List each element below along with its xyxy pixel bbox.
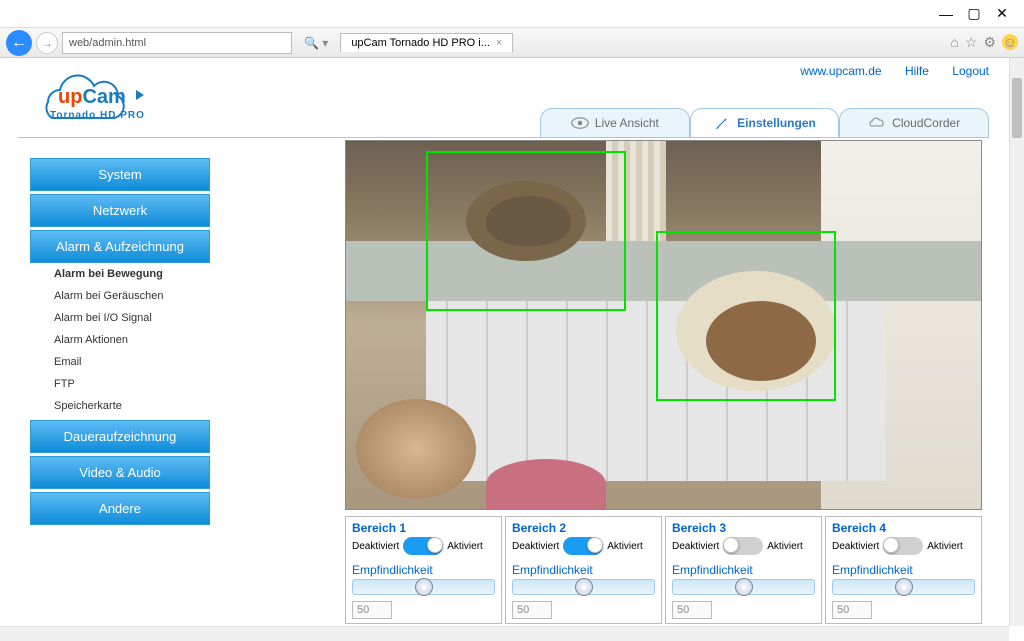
browser-tab[interactable]: upCam Tornado HD PRO i... ×	[340, 33, 513, 52]
main-tabs: Live Ansicht Einstellungen CloudCorder	[540, 108, 989, 138]
video-preview[interactable]	[345, 140, 982, 510]
brand-logo: upCam Tornado HD PRO	[28, 72, 178, 124]
address-bar[interactable]: web/admin.html	[62, 32, 292, 54]
link-help[interactable]: Hilfe	[905, 64, 929, 78]
zone-4: Bereich 4 Deaktiviert Aktiviert Empfindl…	[825, 516, 982, 624]
feedback-icon[interactable]: ☺	[1002, 34, 1018, 50]
subitem-actions[interactable]: Alarm Aktionen	[30, 329, 210, 351]
settings-icon[interactable]: ⚙	[983, 34, 996, 51]
link-logout[interactable]: Logout	[952, 64, 989, 78]
zone-4-slider[interactable]	[832, 579, 975, 595]
sidebar: System Netzwerk Alarm & Aufzeichnung Ala…	[30, 158, 210, 528]
search-icon[interactable]: 🔍 ▾	[296, 36, 336, 50]
zone-1-slider[interactable]	[352, 579, 495, 595]
zone-title: Bereich 3	[672, 521, 815, 535]
minimize-button[interactable]: —	[932, 4, 960, 24]
zone-2-toggle[interactable]	[563, 537, 603, 555]
subitem-motion[interactable]: Alarm bei Bewegung	[30, 263, 210, 285]
sidebar-av[interactable]: Video & Audio	[30, 456, 210, 489]
zone-1: Bereich 1 Deaktiviert Aktiviert Empfindl…	[345, 516, 502, 624]
browser-actions: ⌂ ☆ ⚙ ☺	[950, 34, 1018, 51]
logo-model: Tornado HD PRO	[50, 110, 145, 121]
zone-2: Bereich 2 Deaktiviert Aktiviert Empfindl…	[505, 516, 662, 624]
subitem-io[interactable]: Alarm bei I/O Signal	[30, 307, 210, 329]
maximize-button[interactable]: ▢	[960, 4, 988, 24]
tab-cloudcorder[interactable]: CloudCorder	[839, 108, 989, 138]
close-tab-icon[interactable]: ×	[496, 37, 502, 49]
favorites-icon[interactable]: ☆	[965, 34, 978, 51]
zone-4-toggle[interactable]	[883, 537, 923, 555]
page: www.upcam.de Hilfe Logout upCam Tornado …	[0, 58, 1024, 641]
subitem-storage[interactable]: Speicherkarte	[30, 395, 210, 417]
sidebar-network[interactable]: Netzwerk	[30, 194, 210, 227]
logo-up: up	[58, 86, 82, 108]
logo-cam: Cam	[82, 86, 125, 108]
zone-title: Bereich 2	[512, 521, 655, 535]
scrollbar-horizontal[interactable]	[0, 626, 1009, 641]
tab-settings[interactable]: Einstellungen	[690, 108, 840, 138]
zone-3-toggle[interactable]	[723, 537, 763, 555]
home-icon[interactable]: ⌂	[950, 34, 958, 51]
zone-2-value[interactable]: 50	[512, 601, 552, 619]
sidebar-other[interactable]: Andere	[30, 492, 210, 525]
zone-4-value[interactable]: 50	[832, 601, 872, 619]
sidebar-alarm[interactable]: Alarm & Aufzeichnung	[30, 230, 210, 263]
zone-3-slider[interactable]	[672, 579, 815, 595]
close-button[interactable]: ✕	[988, 4, 1016, 24]
zone-3: Bereich 3 Deaktiviert Aktiviert Empfindl…	[665, 516, 822, 624]
subitem-ftp[interactable]: FTP	[30, 373, 210, 395]
zone-3-value[interactable]: 50	[672, 601, 712, 619]
zone-1-toggle[interactable]	[403, 537, 443, 555]
forward-button[interactable]: →	[36, 32, 58, 54]
top-links: www.upcam.de Hilfe Logout	[780, 64, 989, 78]
subitem-email[interactable]: Email	[30, 351, 210, 373]
zone-title: Bereich 4	[832, 521, 975, 535]
zone-1-value[interactable]: 50	[352, 601, 392, 619]
link-site[interactable]: www.upcam.de	[800, 64, 881, 78]
browser-toolbar: ← → web/admin.html 🔍 ▾ upCam Tornado HD …	[0, 28, 1024, 58]
sidebar-system[interactable]: System	[30, 158, 210, 191]
back-button[interactable]: ←	[6, 30, 32, 56]
detection-zone-2[interactable]	[656, 231, 836, 401]
zone-settings: Bereich 1 Deaktiviert Aktiviert Empfindl…	[345, 516, 982, 624]
sidebar-recording[interactable]: Daueraufzeichnung	[30, 420, 210, 453]
window-titlebar: — ▢ ✕	[0, 0, 1024, 28]
zone-title: Bereich 1	[352, 521, 495, 535]
tab-title: upCam Tornado HD PRO i...	[351, 37, 490, 49]
main-content: Bereich 1 Deaktiviert Aktiviert Empfindl…	[345, 140, 985, 641]
tab-live[interactable]: Live Ansicht	[540, 108, 690, 138]
scrollbar-vertical[interactable]	[1009, 58, 1024, 626]
sidebar-alarm-submenu: Alarm bei Bewegung Alarm bei Geräuschen …	[30, 263, 210, 417]
subitem-sound[interactable]: Alarm bei Geräuschen	[30, 285, 210, 307]
zone-2-slider[interactable]	[512, 579, 655, 595]
detection-zone-1[interactable]	[426, 151, 626, 311]
